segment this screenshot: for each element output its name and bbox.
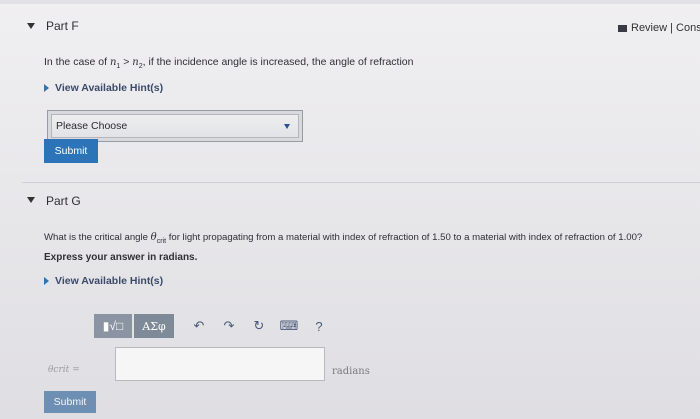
operator: > [120,56,133,68]
part-g-question: What is the critical angle θcrit for lig… [44,232,642,245]
dropdown-selected-value: Please Choose [56,120,128,132]
question-text: What is the critical angle [44,232,151,243]
answer-input[interactable] [115,347,325,381]
question-text-end: , if the incidence angle is increased, t… [142,56,414,68]
top-border [0,0,700,4]
part-f-hint-toggle[interactable]: View Available Hint(s) [44,82,163,94]
unit-label: radians [332,366,370,377]
book-icon [618,24,627,32]
undo-icon[interactable]: ↶ [184,314,214,338]
math-toolbar: ▮√□ ΑΣφ ↶ ↷ ↻ ⌨ ? [94,312,334,340]
section-divider [22,182,700,183]
part-g-submit-button[interactable]: Submit [44,391,96,413]
expand-triangle-icon [44,277,49,285]
part-f-submit-button[interactable]: Submit [44,139,98,163]
templates-button[interactable]: ▮√□ [94,314,132,338]
dropdown-field[interactable]: Please Choose [51,114,299,138]
review-text: Review | Consta [631,22,700,34]
reset-icon[interactable]: ↻ [244,314,274,338]
review-link[interactable]: Review | Consta [618,22,700,34]
expand-triangle-icon [44,84,49,92]
part-g-title: Part G [46,194,81,208]
question-text-end: for light propagating from a material wi… [166,232,643,243]
part-f-collapse-icon[interactable] [27,23,35,29]
part-f-title: Part F [46,19,79,33]
part-g-collapse-icon[interactable] [27,197,35,203]
chevron-down-icon [284,123,290,129]
greek-symbols-button[interactable]: ΑΣφ [134,314,174,338]
answer-dropdown[interactable]: Please Choose [47,110,303,142]
redo-icon[interactable]: ↷ [214,314,244,338]
part-f-question: In the case of n1 > n2, if the incidence… [44,56,414,70]
theta-subscript: crit [156,237,167,245]
answer-label: θcrit = [48,365,80,375]
part-g-hint-toggle[interactable]: View Available Hint(s) [44,275,163,287]
keyboard-icon[interactable]: ⌨ [274,314,304,338]
question-text: In the case of [44,56,110,68]
page: Part F Review | Consta In the case of n1… [0,0,700,419]
hint-label: View Available Hint(s) [55,82,164,94]
hint-label: View Available Hint(s) [55,275,164,287]
help-icon[interactable]: ? [304,314,334,338]
part-g-instruction: Express your answer in radians. [44,252,198,263]
